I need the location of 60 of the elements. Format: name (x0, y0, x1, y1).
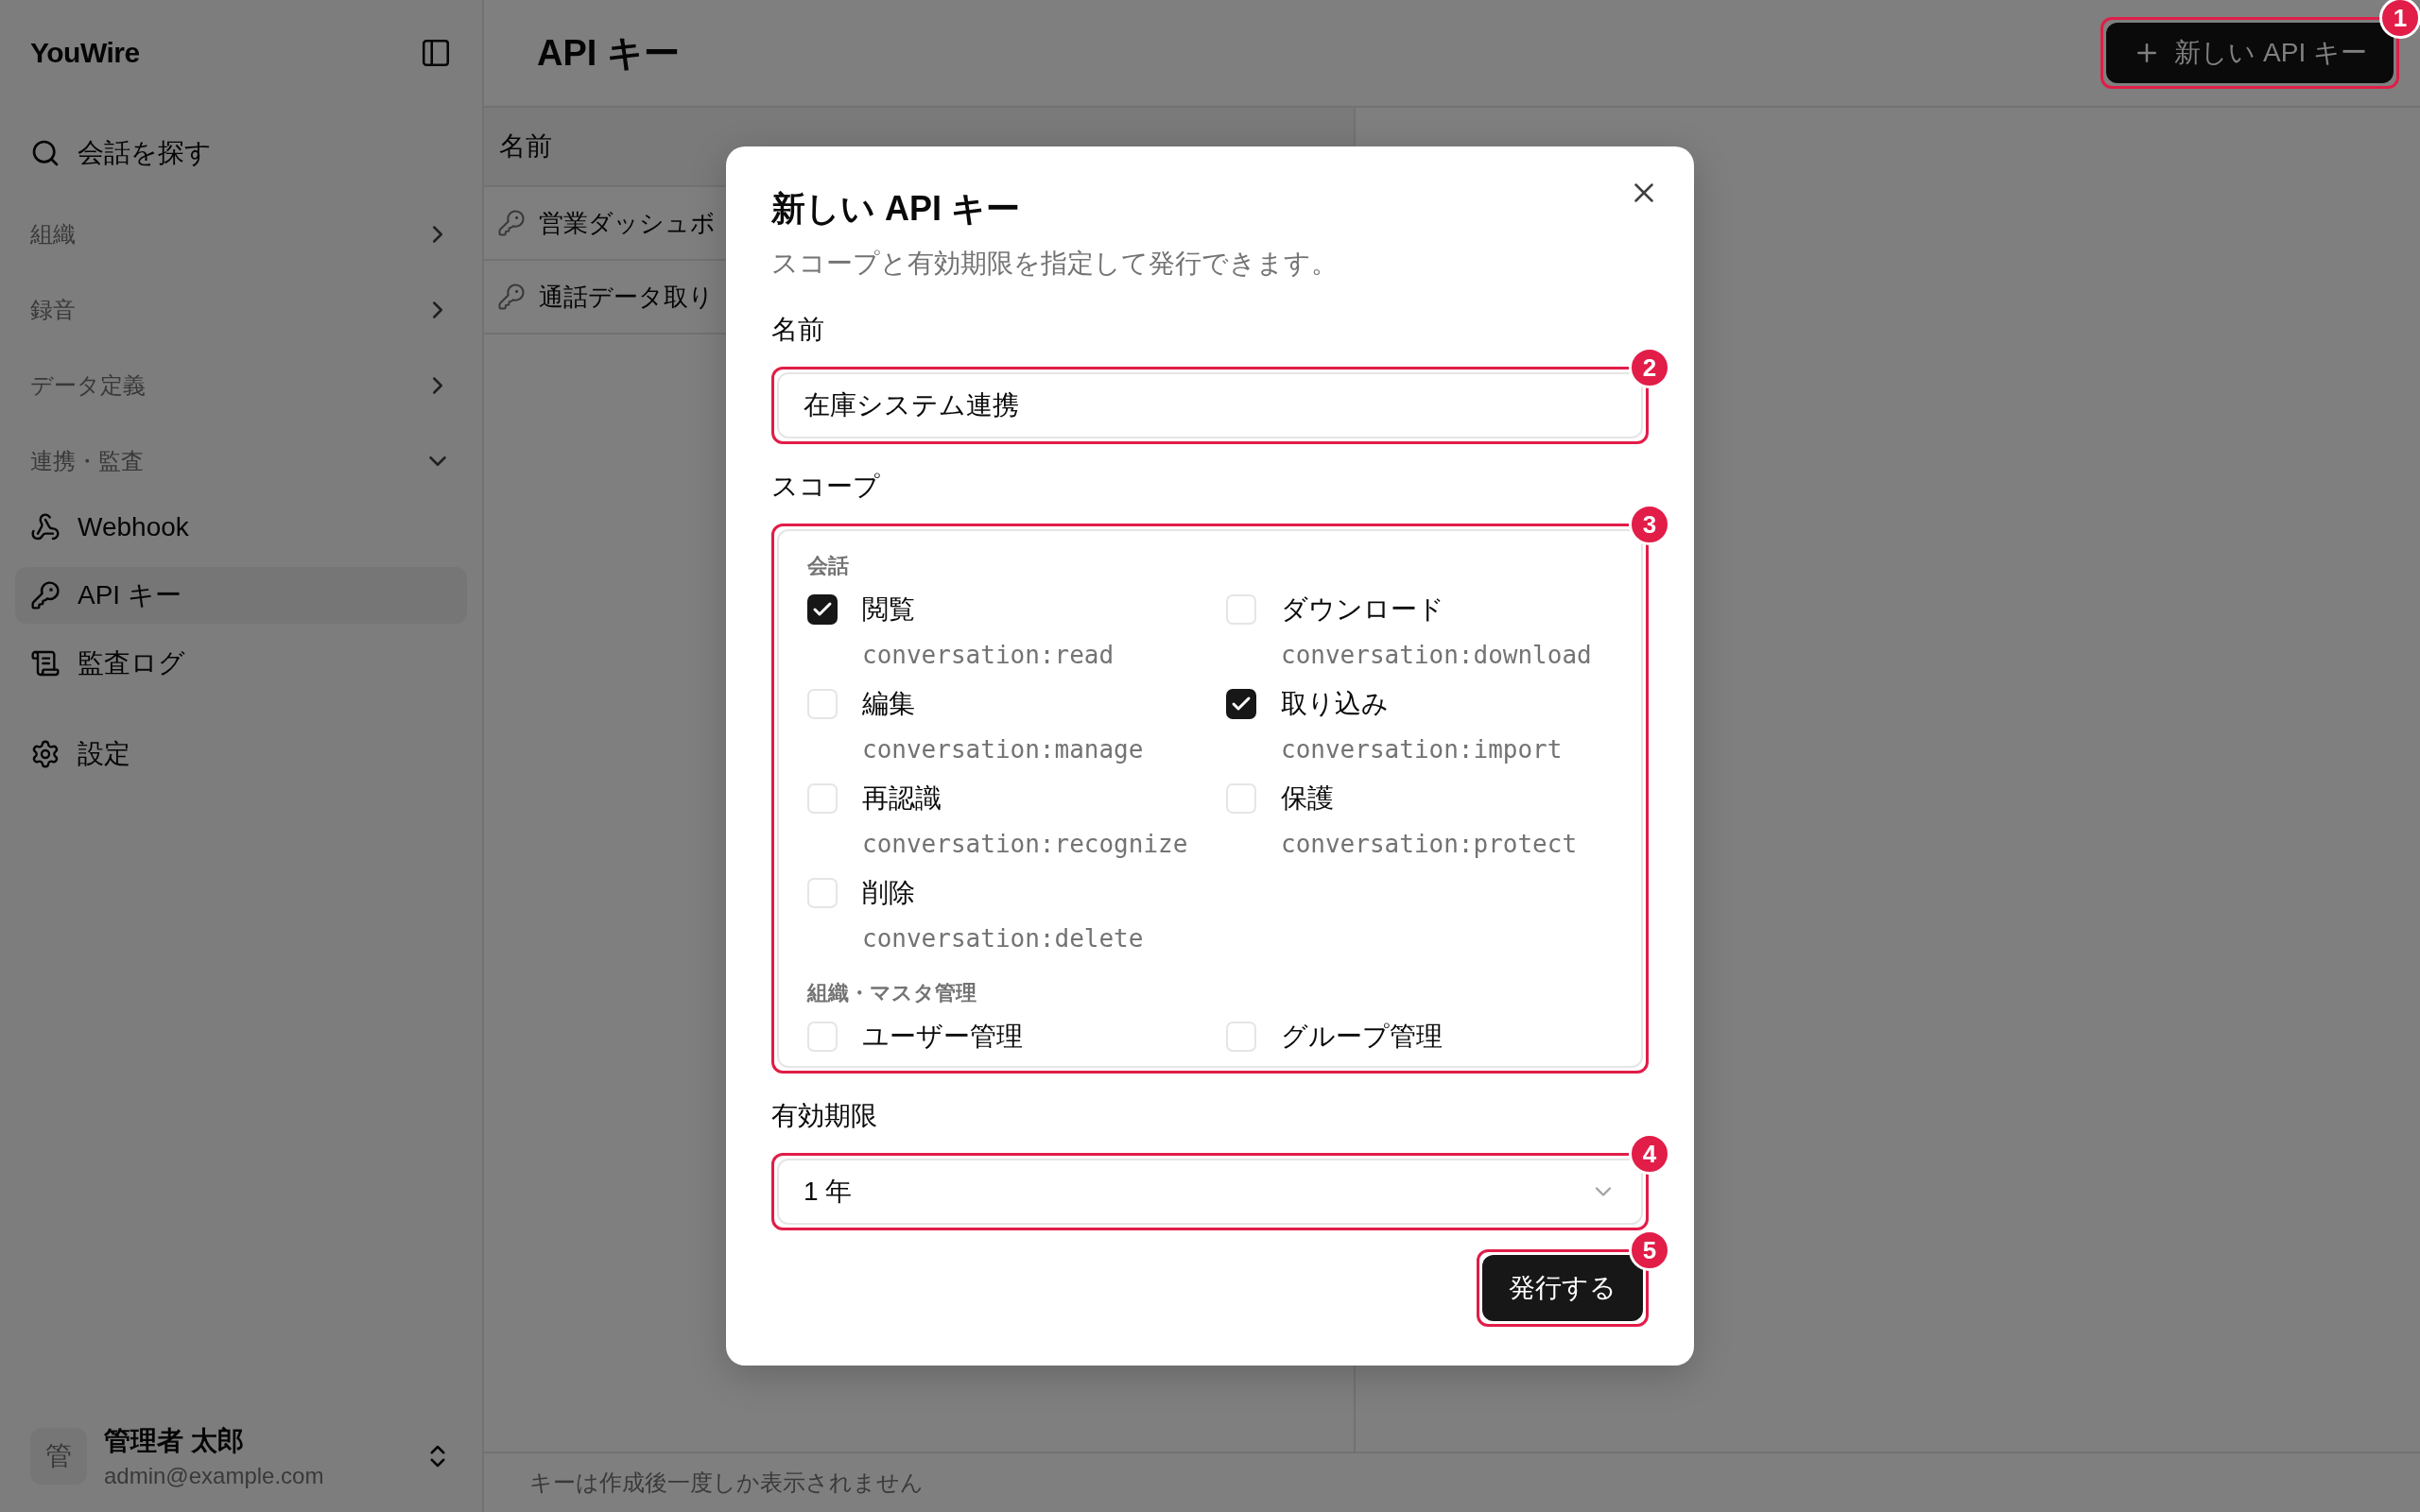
scope-code: conversation:manage (862, 735, 1145, 764)
step-badge: 2 (1629, 347, 1670, 388)
table-cell-text: 営業ダッシュボ (539, 207, 716, 239)
dialog-description: スコープと有効期限を指定して発行できます。 (771, 248, 1339, 280)
step-badge: 3 (1629, 504, 1670, 545)
scope-label: 再認識 (862, 782, 942, 815)
scroll-icon (30, 648, 60, 679)
new-key-button[interactable]: 新しい API キー (2106, 23, 2394, 83)
field-label: 名前 (771, 314, 825, 346)
scope-label: グループ管理 (1281, 1021, 1443, 1053)
nav-group-header[interactable]: データ定義 (15, 348, 467, 423)
submit-button[interactable]: 発行する (1482, 1255, 1643, 1321)
search-icon (30, 138, 60, 168)
key-icon (497, 209, 526, 237)
checkbox[interactable] (807, 594, 838, 625)
column-header: 名前 (498, 130, 553, 163)
nav-group-header[interactable]: 録音 (15, 272, 467, 348)
nav-item[interactable]: 監査ログ (15, 635, 467, 692)
scope-code: conversation:protect (1281, 830, 1579, 858)
scope-label: ユーザー管理 (862, 1021, 1024, 1053)
search-item[interactable]: 会話を探す (15, 125, 467, 181)
key-icon (30, 580, 60, 610)
step-badge: 4 (1629, 1133, 1670, 1175)
nav-item[interactable]: 設定 (15, 726, 467, 782)
scope-label: ダウンロード (1281, 593, 1445, 626)
scope-group-label: 会話 (807, 553, 850, 579)
user-avatar: 管 (30, 1428, 87, 1485)
footer-note: キーは作成後一度しか表示されません (529, 1469, 924, 1497)
scope-label: 取り込み (1281, 688, 1390, 720)
nav-group-header[interactable]: 連携・監査 (15, 423, 467, 499)
field-label: スコープ (771, 471, 881, 503)
step-badge: 5 (1629, 1229, 1670, 1271)
scope-code: conversation:recognize (862, 830, 1189, 858)
dialog-title: 新しい API キー (771, 188, 1021, 230)
scope-group-label: 組織・マスタ管理 (807, 980, 977, 1006)
key-icon (497, 283, 526, 311)
scope-code: conversation:delete (862, 924, 1145, 953)
settings-icon (30, 739, 60, 769)
scope-code: conversation:download (1281, 641, 1593, 669)
name-input[interactable]: 在庫システム連携 (777, 372, 1643, 438)
scope-label: 閲覧 (862, 593, 916, 626)
user-name: 管理者 太郎 (104, 1425, 245, 1457)
scope-code: conversation:import (1281, 735, 1564, 764)
app-logo: YouWire (30, 37, 140, 69)
nav-group-header[interactable]: 組織 (15, 197, 467, 272)
webhook-icon (30, 512, 60, 542)
scope-label: 削除 (862, 877, 916, 909)
scope-code: conversation:read (862, 641, 1115, 669)
checkbox[interactable] (1226, 689, 1256, 719)
scope-label: 保護 (1281, 782, 1335, 815)
nav-item[interactable]: API キー (15, 567, 467, 624)
page-title: API キー (537, 31, 680, 75)
step-badge: 1 (2379, 0, 2420, 39)
expiry-select[interactable]: 1 年 (777, 1159, 1643, 1225)
table-cell-text: 通話データ取り (539, 281, 714, 313)
sidebar-toggle-icon[interactable] (420, 37, 452, 69)
nav-item[interactable]: Webhook (15, 499, 467, 556)
scope-label: 編集 (862, 688, 916, 720)
field-label: 有効期限 (771, 1100, 878, 1132)
user-email: admin@example.com (104, 1463, 325, 1489)
